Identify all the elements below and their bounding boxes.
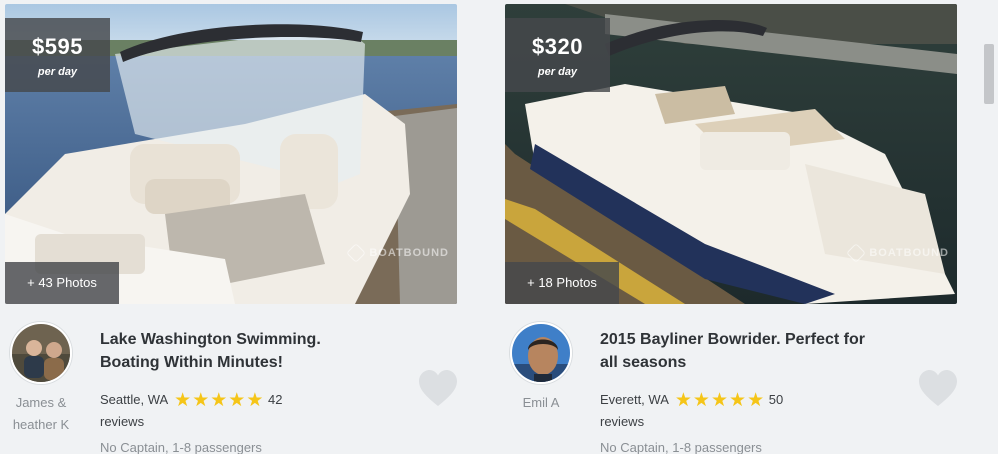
reviews-label: reviews xyxy=(600,414,645,429)
star-icon: ★ xyxy=(210,390,229,411)
page-scrollbar[interactable] xyxy=(980,0,998,454)
photos-count-button[interactable]: + 43 Photos xyxy=(5,262,119,304)
listing-title[interactable]: Lake Washington Swimming. Boating Within… xyxy=(100,328,370,374)
listing-meta: Seattle, WA ★★★★★ 42 reviews xyxy=(100,386,340,431)
star-icon: ★ xyxy=(674,390,693,411)
heart-icon xyxy=(419,370,457,406)
scrollbar-thumb[interactable] xyxy=(984,44,994,104)
boatbound-logo-icon xyxy=(846,243,867,263)
owner-avatar-image xyxy=(512,324,570,382)
star-icon: ★ xyxy=(692,390,711,411)
favorite-button[interactable] xyxy=(917,368,959,408)
star-icon: ★ xyxy=(192,390,211,411)
boat-photo-1[interactable]: $595 per day BOATBOUND + 43 Photos xyxy=(5,4,457,304)
price-badge: $595 per day xyxy=(5,18,110,92)
review-count: 42 xyxy=(268,392,283,407)
listing-specs: No Captain, 1-8 passengers xyxy=(100,440,262,454)
star-icon: ★ xyxy=(729,390,748,411)
heart-icon xyxy=(919,370,957,406)
price-unit: per day xyxy=(37,66,78,78)
listing-specs: No Captain, 1-8 passengers xyxy=(600,440,762,454)
listing-card-1[interactable]: $595 per day BOATBOUND + 43 Photos James… xyxy=(5,4,457,454)
boatbound-watermark: BOATBOUND xyxy=(346,243,449,263)
photos-count-button[interactable]: + 18 Photos xyxy=(505,262,619,304)
owner-name: James & heather K xyxy=(12,395,70,432)
boatbound-logo-icon xyxy=(346,243,367,263)
listing-meta: Everett, WA ★★★★★ 50 reviews xyxy=(600,386,840,431)
listing-location: Everett, WA xyxy=(600,392,669,407)
listing-location: Seattle, WA xyxy=(100,392,169,407)
favorite-button[interactable] xyxy=(417,368,459,408)
owner-avatar-image xyxy=(12,324,70,382)
boatbound-watermark: BOATBOUND xyxy=(846,243,949,263)
star-rating: ★★★★★ xyxy=(675,387,765,415)
price-amount: $320 xyxy=(532,34,583,59)
listing-card-2[interactable]: $320 per day BOATBOUND + 18 Photos Emil … xyxy=(505,4,957,454)
star-icon: ★ xyxy=(747,390,766,411)
price-unit: per day xyxy=(537,66,578,78)
price-amount: $595 xyxy=(32,34,83,59)
review-count: 50 xyxy=(768,392,784,407)
star-icon: ★ xyxy=(174,390,193,411)
star-icon: ★ xyxy=(710,390,730,411)
reviews-label: reviews xyxy=(100,414,145,429)
listing-title[interactable]: 2015 Bayliner Bowrider. Perfect for all … xyxy=(600,328,870,374)
star-icon: ★ xyxy=(246,390,265,411)
star-icon: ★ xyxy=(228,390,247,411)
star-rating: ★★★★★ xyxy=(174,387,264,415)
price-badge: $320 per day xyxy=(505,18,610,92)
boat-photo-2[interactable]: $320 per day BOATBOUND + 18 Photos xyxy=(505,4,957,304)
owner-name: Emil A xyxy=(522,395,560,410)
owner-avatar[interactable] xyxy=(10,322,72,384)
owner-avatar[interactable] xyxy=(510,322,572,384)
